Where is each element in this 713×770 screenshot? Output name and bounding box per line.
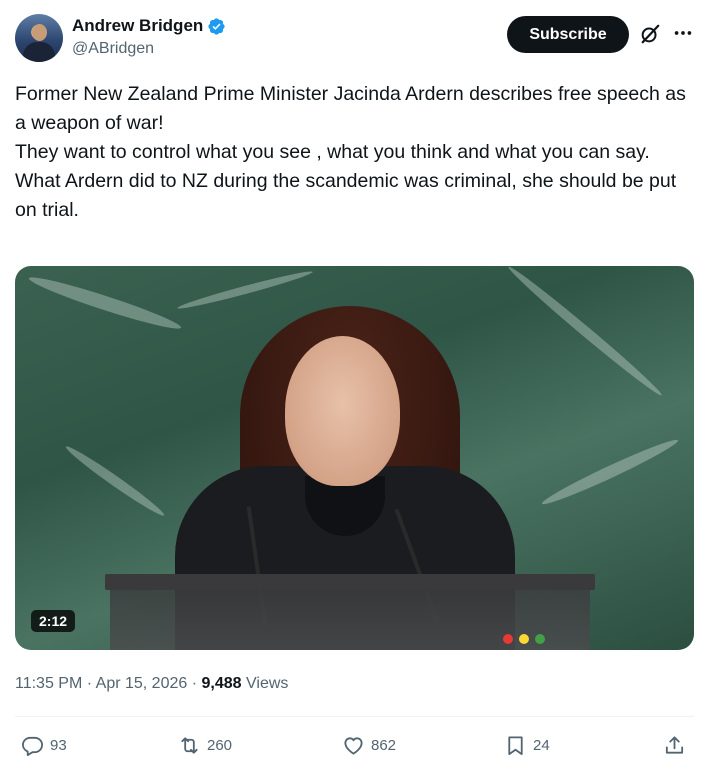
marble-texture [62, 442, 168, 520]
podium-light [519, 634, 529, 644]
tweet-date[interactable]: Apr 15, 2026 [96, 675, 188, 692]
author-block: Andrew Bridgen @ABridgen [72, 15, 226, 60]
views-count: 9,488 [201, 675, 242, 692]
repost-count: 260 [207, 736, 233, 754]
tweet-line: They want to control what you see , what… [15, 141, 650, 163]
meta-separator: · [86, 675, 93, 692]
like-count: 862 [371, 736, 397, 754]
grok-icon[interactable] [639, 23, 661, 45]
video-duration-badge: 2:12 [31, 610, 76, 632]
views-label: Views [246, 675, 289, 692]
action-bar: 93 260 862 24 [15, 730, 694, 760]
avatar[interactable] [15, 14, 63, 62]
share-icon [665, 735, 684, 754]
divider [15, 716, 694, 717]
marble-texture [176, 268, 314, 312]
reply-count: 93 [50, 736, 67, 754]
tweet-line: Former New Zealand Prime Minister Jacind… [15, 83, 686, 134]
like-button[interactable]: 862 [342, 730, 396, 760]
avatar-head [32, 24, 47, 41]
bookmark-icon [508, 735, 523, 755]
repost-button[interactable]: 260 [178, 730, 232, 760]
tweet-line: What Ardern did to NZ during the scandem… [15, 170, 677, 221]
marble-texture [539, 434, 681, 510]
author-handle[interactable]: @ABridgen [72, 38, 226, 60]
avatar-suit [23, 42, 55, 62]
podium-light [503, 634, 513, 644]
heart-icon [344, 736, 363, 755]
author-display-name[interactable]: Andrew Bridgen [72, 15, 203, 37]
author-name-row[interactable]: Andrew Bridgen [72, 15, 226, 37]
marble-texture [26, 271, 184, 335]
subscribe-button[interactable]: Subscribe [507, 16, 629, 53]
repost-icon [181, 736, 198, 754]
podium-light [535, 634, 545, 644]
reply-icon [22, 736, 43, 756]
speaker-face [285, 336, 400, 486]
tweet-header: Andrew Bridgen @ABridgen Subscribe [15, 14, 698, 64]
marble-texture [505, 266, 665, 400]
bookmark-button[interactable]: 24 [504, 730, 550, 760]
bookmark-count: 24 [533, 736, 550, 754]
verified-badge-icon [208, 17, 225, 35]
more-icon[interactable] [672, 22, 694, 44]
meta-separator: · [191, 675, 198, 692]
tweet-meta: 11:35 PM · Apr 15, 2026 · 9,488 Views [15, 674, 288, 694]
tweet-time[interactable]: 11:35 PM [15, 675, 82, 692]
share-button[interactable] [663, 730, 686, 760]
podium [105, 574, 595, 590]
tweet-text: Former New Zealand Prime Minister Jacind… [15, 80, 698, 225]
reply-button[interactable]: 93 [21, 730, 67, 760]
podium-lights [503, 634, 563, 644]
video-player[interactable]: 2:12 [15, 266, 694, 650]
